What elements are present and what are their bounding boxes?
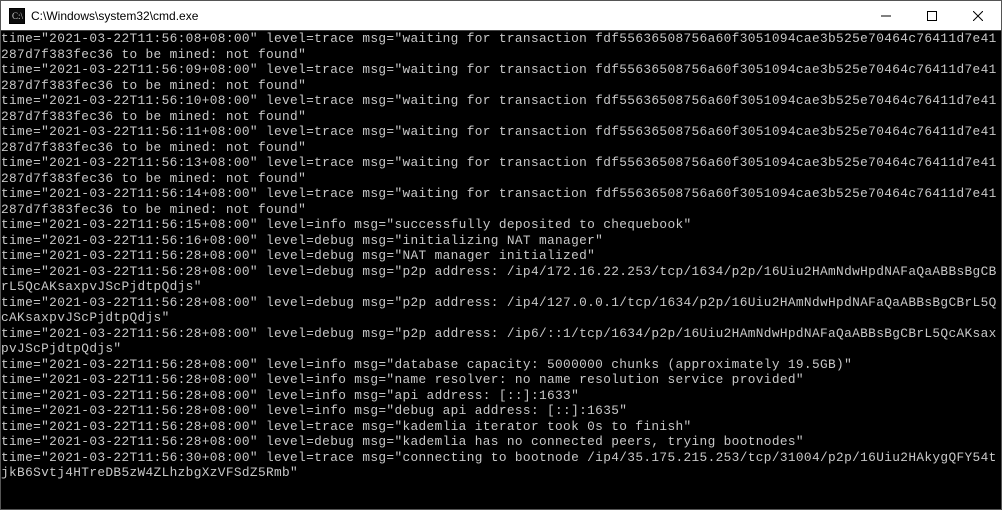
window-controls <box>863 1 1001 30</box>
minimize-button[interactable] <box>863 1 909 30</box>
svg-text:C:\: C:\ <box>12 11 24 21</box>
log-line: time="2021-03-22T11:56:16+08:00" level=d… <box>1 233 1001 249</box>
log-line: time="2021-03-22T11:56:28+08:00" level=i… <box>1 357 1001 373</box>
log-line: time="2021-03-22T11:56:28+08:00" level=t… <box>1 419 1001 435</box>
log-line: time="2021-03-22T11:56:14+08:00" level=t… <box>1 186 1001 217</box>
log-line: time="2021-03-22T11:56:13+08:00" level=t… <box>1 155 1001 186</box>
log-line: time="2021-03-22T11:56:28+08:00" level=i… <box>1 388 1001 404</box>
window-title: C:\Windows\system32\cmd.exe <box>31 9 863 23</box>
cmd-icon: C:\ <box>9 8 25 24</box>
log-line: time="2021-03-22T11:56:28+08:00" level=i… <box>1 372 1001 388</box>
log-line: time="2021-03-22T11:56:28+08:00" level=i… <box>1 403 1001 419</box>
log-line: time="2021-03-22T11:56:09+08:00" level=t… <box>1 62 1001 93</box>
log-line: time="2021-03-22T11:56:30+08:00" level=t… <box>1 450 1001 481</box>
log-line: time="2021-03-22T11:56:28+08:00" level=d… <box>1 264 1001 295</box>
maximize-button[interactable] <box>909 1 955 30</box>
titlebar[interactable]: C:\ C:\Windows\system32\cmd.exe <box>1 1 1001 31</box>
terminal-output[interactable]: time="2021-03-22T11:56:08+08:00" level=t… <box>1 31 1001 509</box>
log-line: time="2021-03-22T11:56:28+08:00" level=d… <box>1 326 1001 357</box>
log-line: time="2021-03-22T11:56:10+08:00" level=t… <box>1 93 1001 124</box>
log-line: time="2021-03-22T11:56:28+08:00" level=d… <box>1 295 1001 326</box>
close-button[interactable] <box>955 1 1001 30</box>
log-line: time="2021-03-22T11:56:11+08:00" level=t… <box>1 124 1001 155</box>
log-line: time="2021-03-22T11:56:15+08:00" level=i… <box>1 217 1001 233</box>
log-line: time="2021-03-22T11:56:28+08:00" level=d… <box>1 248 1001 264</box>
cmd-window: C:\ C:\Windows\system32\cmd.exe time="20… <box>0 0 1002 510</box>
log-line: time="2021-03-22T11:56:28+08:00" level=d… <box>1 434 1001 450</box>
log-line: time="2021-03-22T11:56:08+08:00" level=t… <box>1 31 1001 62</box>
